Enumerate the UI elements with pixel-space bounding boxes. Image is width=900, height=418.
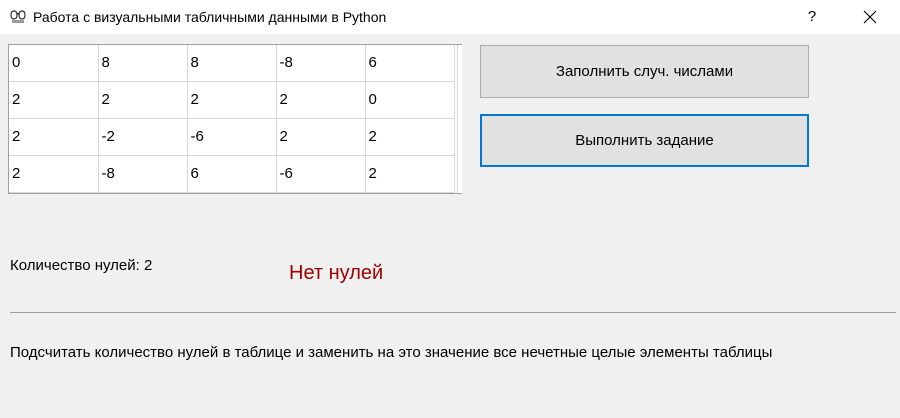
zero-count-label: Количество нулей: 2 [10,257,153,274]
table-cell[interactable]: 2 [187,81,277,119]
table-cell[interactable]: -6 [276,155,366,193]
table-cell[interactable]: 0 [9,45,99,82]
table-cell[interactable]: 8 [98,45,188,82]
task-description: Подсчитать количество нулей в таблице и … [10,344,773,361]
glasses-icon [10,10,26,24]
table-row: 0 8 8 -8 6 [9,45,455,82]
status-label: Нет нулей [289,262,384,284]
table-cell[interactable]: 6 [365,45,455,82]
table-cell[interactable]: 0 [365,81,455,119]
table-cell[interactable]: 2 [276,118,366,156]
data-table: 0 8 8 -8 6 2 2 2 2 0 2 -2 -6 2 2 2 -8 6 … [9,45,455,193]
table-cell[interactable]: 6 [187,155,277,193]
close-icon [863,10,877,24]
table-cell[interactable]: 2 [276,81,366,119]
run-task-button[interactable]: Выполнить задание [480,114,809,167]
table-cell[interactable]: -6 [187,118,277,156]
close-button[interactable] [850,0,890,34]
table-cell[interactable]: 2 [9,118,99,156]
data-grid[interactable]: 0 8 8 -8 6 2 2 2 2 0 2 -2 -6 2 2 2 -8 6 … [8,44,462,194]
table-cell[interactable]: 2 [365,155,455,193]
table-cell[interactable]: 2 [98,81,188,119]
help-button[interactable]: ? [796,0,828,34]
divider [10,312,896,313]
window-title: Работа с визуальными табличными данными … [33,9,387,25]
table-cell[interactable]: -8 [276,45,366,82]
table-cell[interactable]: -2 [98,118,188,156]
grid-edge [457,45,462,193]
table-cell[interactable]: 2 [9,155,99,193]
table-row: 2 2 2 2 0 [9,81,455,119]
table-cell[interactable]: 2 [365,118,455,156]
table-cell[interactable]: 8 [187,45,277,82]
table-row: 2 -2 -6 2 2 [9,118,455,156]
table-row: 2 -8 6 -6 2 [9,155,455,193]
fill-random-button[interactable]: Заполнить случ. числами [480,45,809,98]
table-cell[interactable]: -8 [98,155,188,193]
title-bar[interactable]: Работа с визуальными табличными данными … [0,0,900,34]
table-cell[interactable]: 2 [9,81,99,119]
